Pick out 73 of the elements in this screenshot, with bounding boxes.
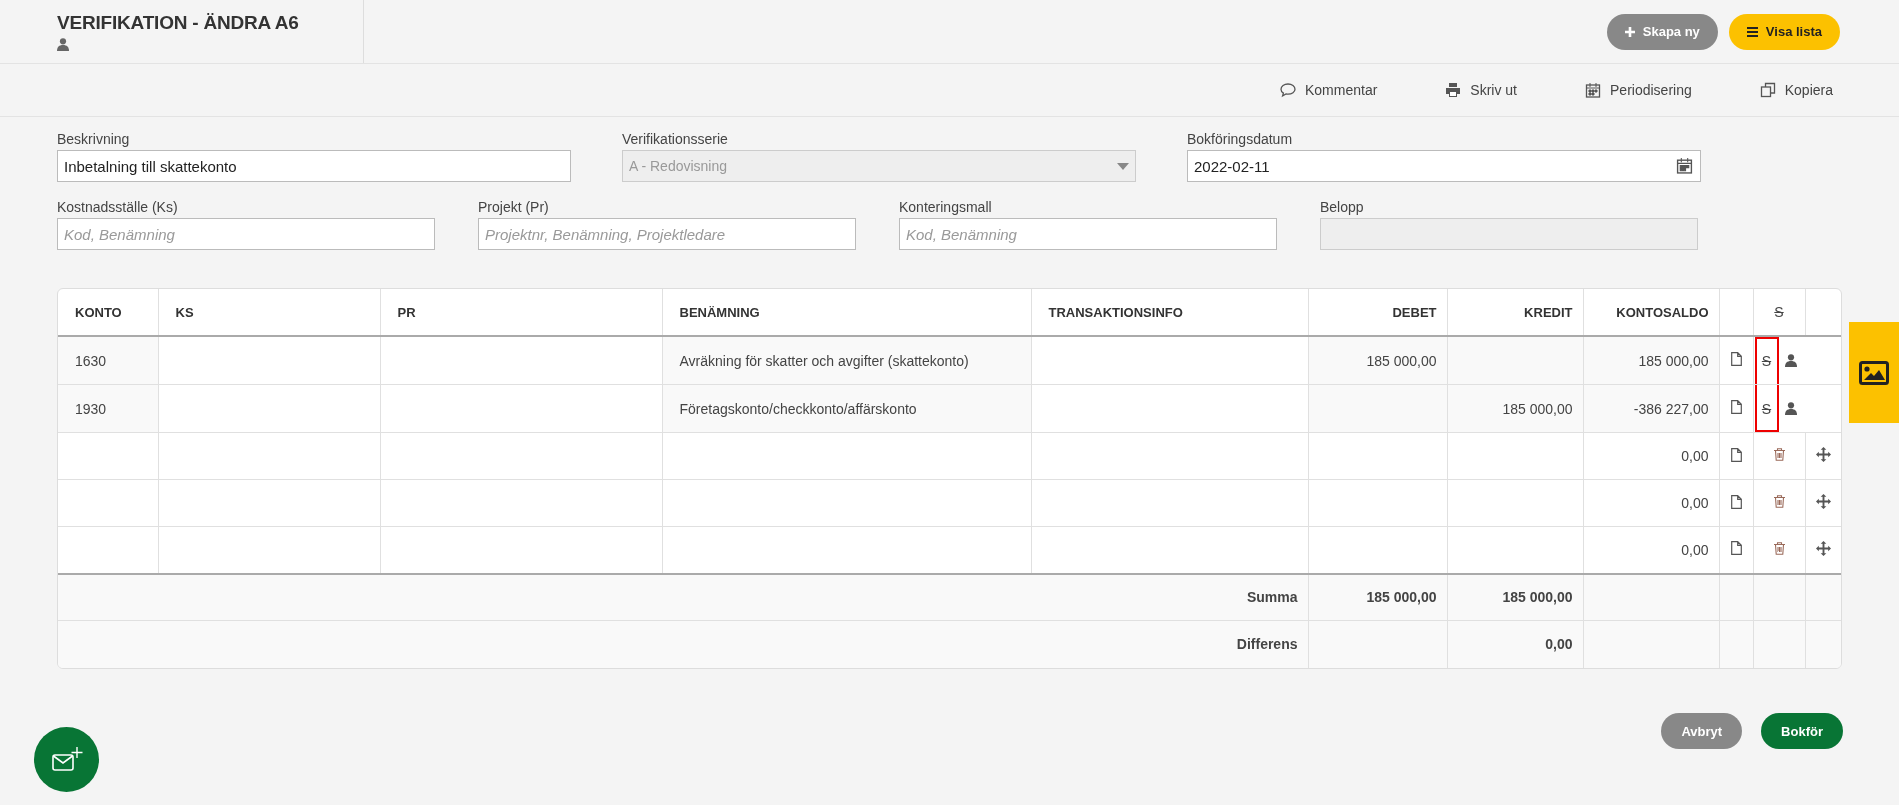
- strikethrough-icon: S: [1774, 304, 1784, 320]
- cancel-button[interactable]: Avbryt: [1661, 713, 1743, 749]
- field-label: Bokföringsdatum: [1187, 131, 1294, 147]
- caret-icon: [1117, 162, 1129, 170]
- calendar-icon[interactable]: [1676, 157, 1693, 174]
- document-icon[interactable]: [1730, 541, 1742, 556]
- input-field[interactable]: Kod, Benämning: [899, 218, 1277, 250]
- post-button[interactable]: Bokför: [1761, 713, 1843, 749]
- table-cell: 1930: [75, 400, 107, 417]
- input-field[interactable]: Inbetalning till skattekonto: [57, 150, 571, 182]
- move-icon[interactable]: [1815, 447, 1831, 462]
- strikethrough-icon[interactable]: S: [1761, 352, 1772, 369]
- table-cell: 185 000,00: [1638, 352, 1709, 369]
- list-button[interactable]: Visa lista: [1728, 13, 1840, 50]
- field-label: Belopp: [1320, 199, 1365, 215]
- envelope-plus-icon: [49, 745, 84, 774]
- toolbar-button[interactable]: Kommentar: [1273, 81, 1384, 99]
- column-header: PR: [397, 304, 416, 320]
- column-header: KONTOSALDO: [1616, 304, 1709, 320]
- user-icon: [1784, 402, 1797, 415]
- column-header: KS: [175, 304, 194, 320]
- calendar-icon: [1585, 82, 1601, 98]
- table-cell: 0,00: [1681, 448, 1709, 464]
- menu-icon: [1746, 26, 1758, 37]
- input-field[interactable]: Kod, Benämning: [57, 218, 435, 250]
- table-cell: 1630: [75, 352, 107, 369]
- column-header: BENÄMNING: [679, 304, 760, 320]
- field-label: Kostnadsställe (Ks): [57, 199, 179, 215]
- column-header: TRANSAKTIONSINFO: [1048, 304, 1183, 320]
- table-cell: 0,00: [1681, 541, 1709, 558]
- table-cell: 185 000,00: [1366, 352, 1437, 369]
- field-label: Verifikationsserie: [622, 131, 729, 147]
- move-icon[interactable]: [1815, 494, 1831, 509]
- user-icon: [1784, 354, 1797, 367]
- create-button[interactable]: Skapa ny: [1606, 13, 1718, 50]
- field-label: Projekt (Pr): [478, 199, 550, 215]
- page-title: VERIFIKATION - ÄNDRA A6: [57, 12, 299, 34]
- field-label: Beskrivning: [57, 131, 131, 147]
- trash-icon[interactable]: [1773, 448, 1785, 461]
- table-cell: Avräkning för skatter och avgifter (skattekonto): [679, 352, 969, 369]
- table-cell: -386 227,00: [1633, 400, 1709, 417]
- input-field[interactable]: Projektnr, Benämning, Projektledare: [478, 218, 856, 250]
- total-label: Summa: [1246, 589, 1298, 606]
- table-cell: 185 000,00: [1502, 400, 1573, 417]
- table-cell: 0,00: [1681, 495, 1709, 511]
- toolbar-button[interactable]: Periodisering: [1579, 81, 1698, 99]
- printer-icon: [1445, 82, 1462, 98]
- trash-icon[interactable]: [1773, 541, 1785, 555]
- total-label: Differens: [1236, 636, 1298, 653]
- copy-icon: [1759, 82, 1776, 98]
- trash-icon[interactable]: [1773, 495, 1785, 508]
- document-icon[interactable]: [1730, 447, 1742, 462]
- date-field[interactable]: 2022-02-11: [1187, 150, 1701, 182]
- total-value: 185 000,00: [1366, 589, 1437, 606]
- plus-icon: [1624, 26, 1635, 37]
- table-cell: Företagskonto/checkkonto/affärskonto: [679, 400, 917, 417]
- comment-icon: [1279, 82, 1296, 98]
- user-icon: [57, 38, 69, 51]
- image-tab[interactable]: [1849, 322, 1899, 423]
- total-value: 0,00: [1545, 636, 1573, 653]
- image-icon: [1859, 360, 1889, 385]
- toolbar-button[interactable]: Skriv ut: [1439, 81, 1523, 99]
- field-label: Konteringsmall: [899, 199, 993, 215]
- document-icon[interactable]: [1730, 400, 1742, 414]
- toolbar-button[interactable]: Kopiera: [1753, 81, 1839, 99]
- document-icon[interactable]: [1730, 494, 1742, 509]
- column-header: KREDIT: [1524, 304, 1573, 320]
- column-header: DEBET: [1392, 304, 1437, 320]
- strikethrough-icon[interactable]: S: [1761, 400, 1772, 417]
- move-icon[interactable]: [1815, 540, 1831, 556]
- total-value: 185 000,00: [1502, 589, 1573, 606]
- document-icon[interactable]: [1730, 352, 1742, 366]
- column-header: KONTO: [75, 304, 122, 320]
